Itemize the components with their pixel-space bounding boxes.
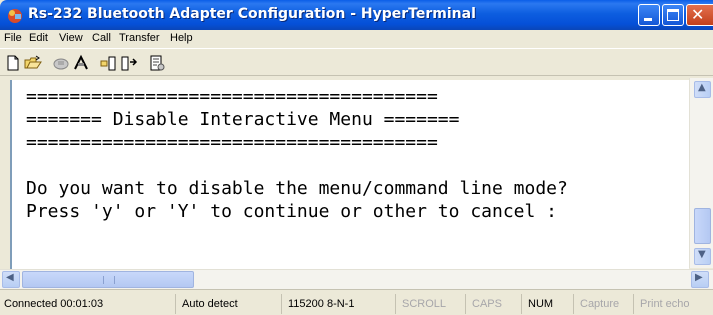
scroll-left-button[interactable]: ◀ bbox=[2, 271, 20, 288]
menu-bar: File Edit View Call Transfer Help bbox=[0, 30, 713, 48]
terminal-line: ======= Disable Interactive Menu ======= bbox=[26, 109, 460, 130]
status-print-echo: Print echo bbox=[640, 298, 690, 310]
grip-icon bbox=[103, 276, 115, 284]
menu-file[interactable]: File bbox=[4, 32, 22, 44]
new-icon[interactable] bbox=[4, 54, 22, 72]
hyperterminal-icon bbox=[8, 9, 22, 23]
terminal-line: Press 'y' or 'Y' to continue or other to… bbox=[26, 201, 558, 222]
status-caps: CAPS bbox=[468, 294, 522, 314]
chevron-down-icon: ▼ bbox=[698, 249, 706, 260]
open-icon[interactable] bbox=[24, 54, 42, 72]
window-title: Rs-232 Bluetooth Adapter Configuration -… bbox=[28, 6, 476, 22]
status-capture: Capture bbox=[576, 294, 634, 314]
menu-help[interactable]: Help bbox=[170, 32, 193, 44]
status-bar: Connected 00:01:03 Auto detect 115200 8-… bbox=[0, 289, 713, 315]
send-icon[interactable] bbox=[100, 54, 118, 72]
close-button[interactable]: ✕ bbox=[686, 4, 713, 26]
terminal-line: ====================================== bbox=[26, 132, 438, 153]
scroll-down-button[interactable]: ▼ bbox=[694, 248, 711, 265]
menu-transfer[interactable]: Transfer bbox=[119, 32, 160, 44]
status-port: 115200 8-N-1 bbox=[284, 294, 396, 314]
terminal-line: Do you want to disable the menu/command … bbox=[26, 178, 568, 199]
chevron-up-icon: ▲ bbox=[698, 82, 706, 93]
status-num: NUM bbox=[524, 294, 574, 314]
horizontal-scrollbar[interactable]: ◀ ▶ bbox=[0, 269, 713, 289]
properties-icon[interactable] bbox=[148, 54, 166, 72]
title-bar[interactable]: Rs-232 Bluetooth Adapter Configuration -… bbox=[0, 0, 713, 30]
menu-edit[interactable]: Edit bbox=[29, 32, 48, 44]
toolbar bbox=[0, 48, 713, 76]
receive-icon[interactable] bbox=[120, 54, 138, 72]
status-connected: Connected 00:01:03 bbox=[0, 294, 176, 314]
chevron-right-icon: ▶ bbox=[695, 272, 703, 283]
connect-icon[interactable] bbox=[52, 54, 70, 72]
status-detect: Auto detect bbox=[178, 294, 282, 314]
minimize-button[interactable] bbox=[638, 4, 660, 26]
terminal-line: ====================================== bbox=[26, 86, 438, 107]
maximize-icon bbox=[667, 9, 679, 21]
terminal-screen[interactable]: ====================================== =… bbox=[10, 80, 689, 269]
menu-view[interactable]: View bbox=[59, 32, 83, 44]
disconnect-icon[interactable] bbox=[72, 54, 90, 72]
scroll-right-button[interactable]: ▶ bbox=[691, 271, 709, 288]
vertical-scrollbar[interactable]: ▲ ▼ bbox=[689, 78, 713, 268]
close-icon: ✕ bbox=[691, 5, 705, 24]
status-scroll: SCROLL bbox=[398, 294, 466, 314]
maximize-button[interactable] bbox=[662, 4, 684, 26]
scroll-up-button[interactable]: ▲ bbox=[694, 81, 711, 98]
chevron-left-icon: ◀ bbox=[6, 272, 14, 283]
vertical-scroll-thumb[interactable] bbox=[694, 208, 711, 244]
minimize-icon bbox=[644, 18, 652, 21]
horizontal-scroll-thumb[interactable] bbox=[22, 271, 194, 288]
menu-call[interactable]: Call bbox=[92, 32, 111, 44]
